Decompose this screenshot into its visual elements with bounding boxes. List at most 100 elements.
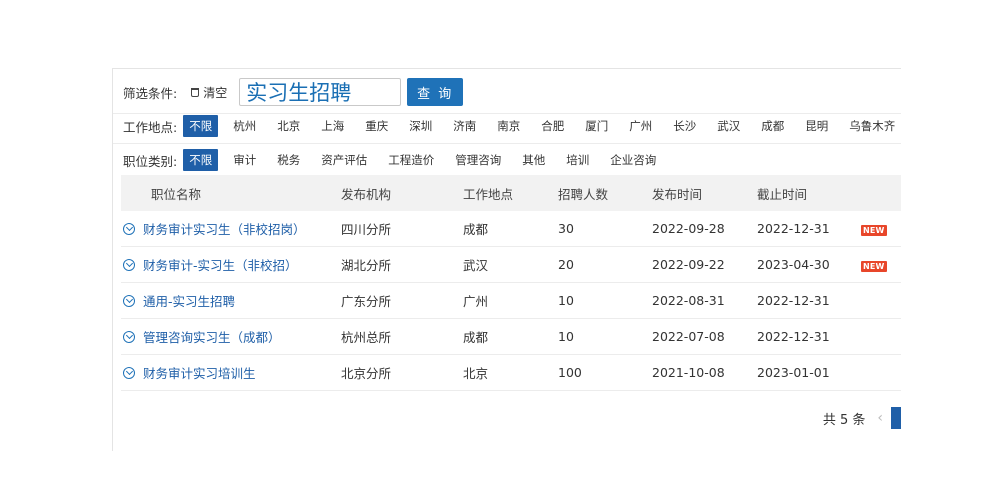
page-button[interactable] <box>891 407 901 429</box>
header-deadline: 截止时间 <box>757 186 808 202</box>
location-option[interactable]: 合肥 <box>535 116 570 136</box>
table-header: 职位名称 发布机构 工作地点 招聘人数 发布时间 截止时间 <box>121 175 901 211</box>
location-option[interactable]: 杭州 <box>227 116 262 136</box>
clear-button[interactable]: 清空 <box>191 84 227 101</box>
location-option[interactable]: 成都 <box>755 116 790 136</box>
table-row[interactable]: 通用-实习生招聘 广东分所 广州 10 2022-08-31 2022-12-31 <box>121 283 901 319</box>
category-option[interactable]: 资产评估 <box>315 150 373 170</box>
category-filter-row: 职位类别: 不限 审计 税务 资产评估 工程造价 管理咨询 其他 培训 企业咨询 <box>123 149 901 171</box>
job-title-link[interactable]: 财务审计实习生（非校招岗） <box>121 219 341 238</box>
publish-date-cell: 2022-09-22 <box>652 257 725 272</box>
deadline-cell: 2022-12-31 <box>757 221 830 236</box>
category-options: 不限 审计 税务 资产评估 工程造价 管理咨询 其他 培训 企业咨询 <box>183 149 671 171</box>
divider <box>113 143 901 144</box>
location-cell: 武汉 <box>463 258 489 273</box>
category-filter-label: 职位类别: <box>123 153 178 169</box>
pagination: 共 5 条 ‹ <box>823 407 901 429</box>
category-option[interactable]: 工程造价 <box>382 150 440 170</box>
deadline-cell: 2023-01-01 <box>757 365 830 380</box>
chevron-down-icon <box>123 222 135 235</box>
category-option[interactable]: 企业咨询 <box>604 150 662 170</box>
deadline-cell: 2022-12-31 <box>757 293 830 308</box>
org-cell: 广东分所 <box>341 294 392 309</box>
total-count: 共 5 条 <box>822 412 866 428</box>
category-option[interactable]: 不限 <box>183 149 219 171</box>
job-title-link[interactable]: 管理咨询实习生（成都） <box>121 327 341 346</box>
trash-icon <box>191 87 200 97</box>
new-badge: NEW <box>861 225 887 236</box>
location-filter-label: 工作地点: <box>123 119 178 135</box>
chevron-down-icon <box>123 366 135 379</box>
location-option[interactable]: 上海 <box>315 116 350 136</box>
table-row[interactable]: 财务审计实习生（非校招岗） 四川分所 成都 30 2022-09-28 2022-12-3… <box>121 211 901 247</box>
org-cell: 杭州总所 <box>341 330 392 345</box>
header-publish: 发布时间 <box>652 186 703 202</box>
job-title-link[interactable]: 财务审计实习培训生 <box>121 363 341 382</box>
table-row[interactable]: 管理咨询实习生（成都） 杭州总所 成都 10 2022-07-08 2022-12-31 <box>121 319 901 355</box>
header-location: 工作地点 <box>463 186 514 202</box>
location-option[interactable]: 长沙 <box>667 116 702 136</box>
chevron-left-icon[interactable]: ‹ <box>877 410 883 426</box>
search-button[interactable]: 查 询 <box>407 78 464 106</box>
location-options: 不限 杭州 北京 上海 重庆 深圳 济南 南京 合肥 厦门 广州 长沙 武汉 成都 昆明 乌鲁木齐 <box>183 115 910 137</box>
category-option[interactable]: 培训 <box>560 150 595 170</box>
count-cell: 10 <box>558 293 574 308</box>
location-filter-row: 工作地点: 不限 杭州 北京 上海 重庆 深圳 济南 南京 合肥 厦门 广州 长沙 武汉 成都 昆明 乌鲁木齐 <box>123 115 901 137</box>
location-option[interactable]: 南京 <box>491 116 526 136</box>
table-body: 财务审计实习生（非校招岗） 四川分所 成都 30 2022-09-28 2022-12-3… <box>121 211 901 391</box>
category-option[interactable]: 管理咨询 <box>449 150 507 170</box>
location-cell: 广州 <box>463 294 489 309</box>
deadline-cell: 2023-04-30 <box>757 257 830 272</box>
category-option[interactable]: 审计 <box>227 150 262 170</box>
badge-cell: NEW <box>861 257 901 272</box>
search-row: 筛选条件: 清空 查 询 <box>123 77 901 107</box>
location-option[interactable]: 不限 <box>183 115 219 137</box>
job-title: 通用-实习生招聘 <box>143 294 236 309</box>
job-title: 财务审计-实习生（非校招） <box>143 258 298 273</box>
publish-date-cell: 2022-08-31 <box>652 293 725 308</box>
count-cell: 10 <box>558 329 574 344</box>
chevron-down-icon <box>123 294 135 307</box>
count-cell: 100 <box>558 365 582 380</box>
org-cell: 北京分所 <box>341 366 392 381</box>
location-option[interactable]: 广州 <box>623 116 658 136</box>
job-title-link[interactable]: 通用-实习生招聘 <box>121 291 341 310</box>
job-title: 财务审计实习培训生 <box>143 366 256 381</box>
filter-label: 筛选条件: <box>123 85 178 101</box>
new-badge: NEW <box>861 261 887 272</box>
header-org: 发布机构 <box>341 186 392 202</box>
org-cell: 四川分所 <box>341 222 392 237</box>
job-title: 财务审计实习生（非校招岗） <box>143 222 306 237</box>
location-option[interactable]: 乌鲁木齐 <box>843 116 901 136</box>
category-option[interactable]: 其他 <box>516 150 551 170</box>
org-cell: 湖北分所 <box>341 258 392 273</box>
location-option[interactable]: 重庆 <box>359 116 394 136</box>
divider <box>113 113 901 114</box>
location-option[interactable]: 昆明 <box>799 116 834 136</box>
publish-date-cell: 2022-09-28 <box>652 221 725 236</box>
location-cell: 北京 <box>463 366 489 381</box>
count-cell: 20 <box>558 257 574 272</box>
location-option[interactable]: 北京 <box>271 116 306 136</box>
table-row[interactable]: 财务审计-实习生（非校招） 湖北分所 武汉 20 2022-09-22 2023-04-3… <box>121 247 901 283</box>
header-count: 招聘人数 <box>558 186 609 202</box>
publish-date-cell: 2022-07-08 <box>652 329 725 344</box>
job-title: 管理咨询实习生（成都） <box>143 330 281 345</box>
category-option[interactable]: 税务 <box>271 150 306 170</box>
chevron-down-icon <box>123 330 135 343</box>
publish-date-cell: 2021-10-08 <box>652 365 725 380</box>
location-option[interactable]: 厦门 <box>579 116 614 136</box>
table-row[interactable]: 财务审计实习培训生 北京分所 北京 100 2021-10-08 2023-01-01 <box>121 355 901 391</box>
location-cell: 成都 <box>463 330 489 345</box>
deadline-cell: 2022-12-31 <box>757 329 830 344</box>
location-option[interactable]: 武汉 <box>711 116 746 136</box>
location-cell: 成都 <box>463 222 489 237</box>
count-cell: 30 <box>558 221 574 236</box>
location-option[interactable]: 深圳 <box>403 116 438 136</box>
chevron-down-icon <box>123 258 135 271</box>
location-option[interactable]: 济南 <box>447 116 482 136</box>
header-title: 职位名称 <box>151 186 202 202</box>
job-table: 职位名称 发布机构 工作地点 招聘人数 发布时间 截止时间 财务审计实习生（非校… <box>121 175 901 391</box>
job-title-link[interactable]: 财务审计-实习生（非校招） <box>121 255 341 274</box>
search-input[interactable] <box>239 78 402 106</box>
